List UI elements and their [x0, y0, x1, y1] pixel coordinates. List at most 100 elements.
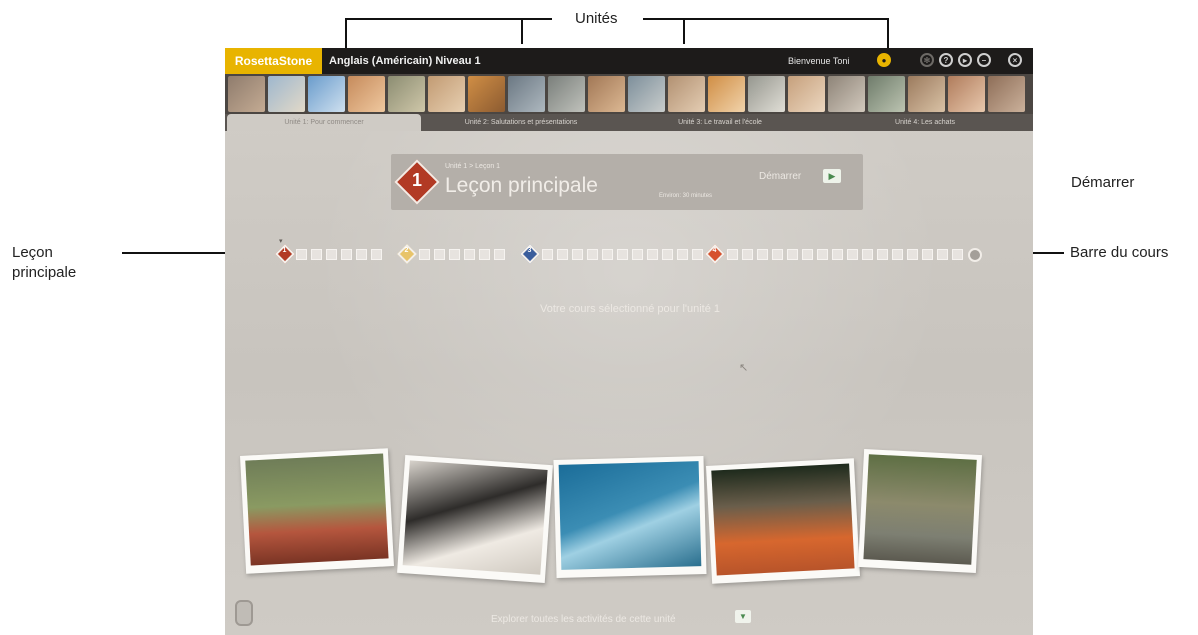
course-bar-lesson[interactable] — [772, 249, 783, 260]
milestone-3-label: 3 — [527, 247, 532, 254]
unit-photo[interactable] — [553, 456, 707, 578]
course-bar-lesson[interactable] — [817, 249, 828, 260]
exit-icon[interactable]: ▸ — [958, 53, 972, 67]
unit-thumbnail[interactable] — [668, 76, 705, 112]
course-bar-lesson[interactable] — [356, 249, 367, 260]
minimize-icon[interactable]: – — [977, 53, 991, 67]
unit-thumbnail[interactable] — [468, 76, 505, 112]
callout-lecon-principale: Leçon principale — [12, 243, 76, 283]
unit-thumbnail[interactable] — [788, 76, 825, 112]
unit-thumbnail[interactable] — [708, 76, 745, 112]
course-bar-end-icon[interactable] — [968, 248, 982, 262]
unit-photo[interactable] — [240, 448, 394, 574]
course-bar-lesson[interactable] — [557, 249, 568, 260]
course-bar-lesson[interactable] — [787, 249, 798, 260]
course-bar-lesson[interactable] — [434, 249, 445, 260]
course-bar-lesson[interactable] — [419, 249, 430, 260]
course-bar-lesson[interactable] — [692, 249, 703, 260]
lesson-number: 1 — [411, 170, 422, 190]
milestone-4-label: 4 — [712, 247, 717, 254]
lesson-title: Leçon principale — [445, 174, 598, 197]
course-bar-lesson[interactable] — [632, 249, 643, 260]
milestone-1-label: 1 — [282, 247, 287, 254]
course-bar-lesson[interactable] — [757, 249, 768, 260]
lesson-card[interactable]: 1 Unité 1 > Leçon 1 Leçon principale Env… — [391, 154, 863, 210]
course-bar-lesson[interactable] — [617, 249, 628, 260]
callout-demarrer: Démarrer — [1071, 174, 1135, 191]
callout-lecon-line2: principale — [12, 264, 77, 281]
milestone-2-label: 2 — [404, 247, 409, 254]
course-bar-lesson[interactable] — [449, 249, 460, 260]
unit-selected-text: Votre cours sélectionné pour l'unité 1 — [539, 303, 721, 315]
unit-thumbnail[interactable] — [268, 76, 305, 112]
tab-unit-2[interactable]: Unité 2: Salutations et présentations — [425, 114, 617, 131]
course-bar-lesson[interactable] — [832, 249, 843, 260]
callout-barre-du-cours: Barre du cours — [1070, 244, 1169, 261]
chevron-down-icon[interactable]: ▼ — [735, 610, 751, 623]
photo-child-on-grass — [245, 453, 389, 566]
unit-thumbnail[interactable] — [828, 76, 865, 112]
course-bar-position-arrow: ▾ — [279, 238, 283, 245]
unit-thumbnail[interactable] — [508, 76, 545, 112]
course-bar-lesson[interactable] — [877, 249, 888, 260]
course-bar-lesson[interactable] — [464, 249, 475, 260]
course-bar-lesson[interactable] — [311, 249, 322, 260]
unit-thumbnail[interactable] — [348, 76, 385, 112]
tab-unit-1[interactable]: Unité 1: Pour commencer — [227, 114, 421, 131]
course-bar-lesson[interactable] — [647, 249, 658, 260]
course-bar-lesson[interactable] — [494, 249, 505, 260]
settings-icon[interactable]: ✻ — [920, 53, 934, 67]
course-bar-lesson[interactable] — [862, 249, 873, 260]
fingerprint-icon[interactable] — [235, 600, 253, 626]
course-bar-lesson[interactable] — [952, 249, 963, 260]
unit-thumbnail[interactable] — [548, 76, 585, 112]
play-icon[interactable]: ▶ — [823, 169, 841, 183]
unit-thumbnail[interactable] — [748, 76, 785, 112]
course-title[interactable]: Anglais (Américain) Niveau 1 — [329, 48, 481, 74]
unit-photo[interactable] — [397, 454, 553, 584]
unit-thumbnail[interactable] — [388, 76, 425, 112]
close-icon[interactable]: × — [1008, 53, 1022, 67]
course-bar-lesson[interactable] — [727, 249, 738, 260]
course-bar-lesson[interactable] — [572, 249, 583, 260]
unit-thumbnail[interactable] — [908, 76, 945, 112]
course-bar-lesson[interactable] — [892, 249, 903, 260]
lesson-duration: Environ: 30 minutes — [659, 193, 713, 199]
course-bar-lesson[interactable] — [602, 249, 613, 260]
explore-activities-text[interactable]: Explorer toutes les activités de cette u… — [491, 614, 676, 625]
course-bar-lesson[interactable] — [326, 249, 337, 260]
course-bar-lesson[interactable] — [937, 249, 948, 260]
course-bar-lesson[interactable] — [742, 249, 753, 260]
course-bar-lesson[interactable] — [662, 249, 673, 260]
course-bar-lesson[interactable] — [677, 249, 688, 260]
course-bar-lesson[interactable] — [922, 249, 933, 260]
start-label[interactable]: Démarrer — [759, 171, 801, 182]
unit-thumbnail[interactable] — [988, 76, 1025, 112]
help-icon[interactable]: ? — [939, 53, 953, 67]
unit-photo[interactable] — [706, 458, 860, 584]
course-bar-lesson[interactable] — [802, 249, 813, 260]
tab-unit-4[interactable]: Unité 4: Les achats — [825, 114, 1025, 131]
unit-thumbnail[interactable] — [628, 76, 665, 112]
unit-thumbnail[interactable] — [308, 76, 345, 112]
course-bar-lesson[interactable] — [479, 249, 490, 260]
course-bar-lesson[interactable] — [341, 249, 352, 260]
tab-unit-3[interactable]: Unité 3: Le travail et l'école — [625, 114, 815, 131]
user-icon[interactable]: ● — [877, 53, 891, 67]
course-bar-lesson[interactable] — [907, 249, 918, 260]
rosetta-stone-logo: RosettaStone — [225, 48, 322, 74]
rosetta-app-window: RosettaStone Anglais (Américain) Niveau … — [225, 48, 1033, 635]
unit-thumbnail[interactable] — [948, 76, 985, 112]
course-bar-lesson[interactable] — [847, 249, 858, 260]
unit-photo[interactable] — [857, 448, 983, 574]
unit-thumbnail[interactable] — [868, 76, 905, 112]
unit-thumbnail[interactable] — [588, 76, 625, 112]
unit-thumbnail[interactable] — [428, 76, 465, 112]
course-bar-lesson[interactable] — [587, 249, 598, 260]
course-bar-lesson[interactable] — [371, 249, 382, 260]
callout-line-unites-drop2 — [521, 18, 523, 44]
course-bar-lesson[interactable] — [296, 249, 307, 260]
mouse-cursor-icon: ↖ — [739, 362, 749, 374]
unit-thumbnail[interactable] — [228, 76, 265, 112]
course-bar-lesson[interactable] — [542, 249, 553, 260]
